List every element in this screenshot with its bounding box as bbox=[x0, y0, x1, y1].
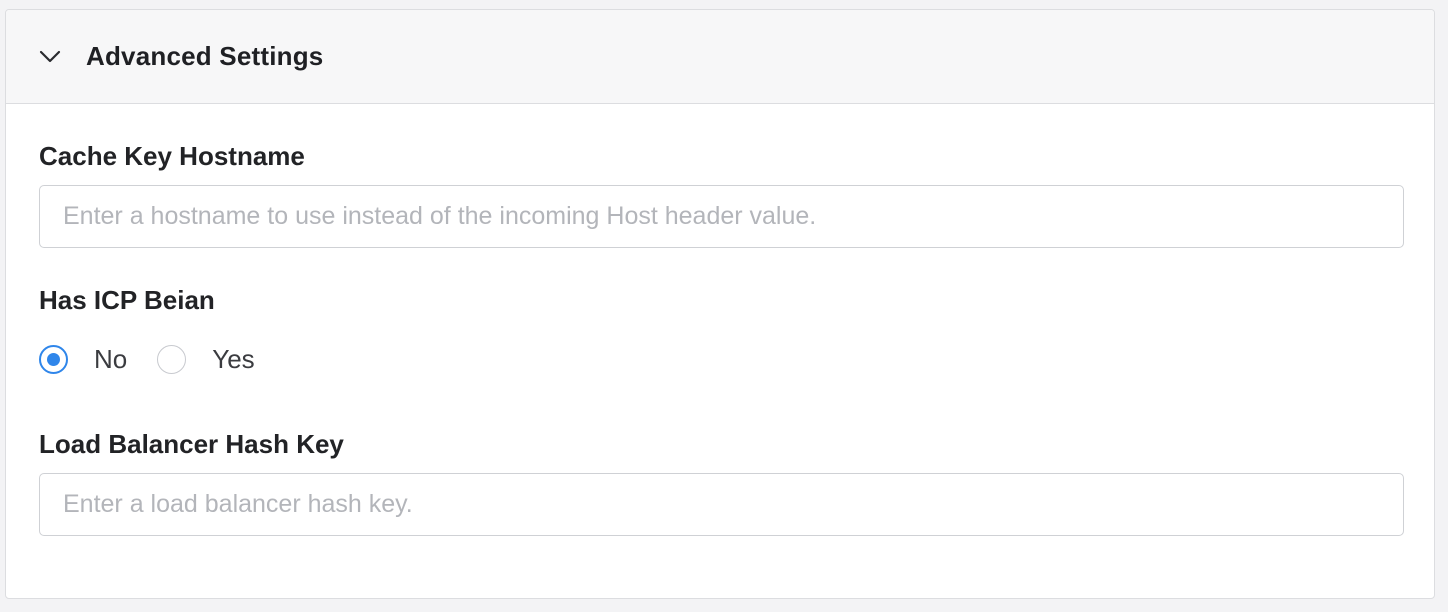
panel-title: Advanced Settings bbox=[86, 41, 324, 71]
load-balancer-hash-key-input[interactable] bbox=[39, 473, 1404, 536]
radio-option-yes[interactable]: Yes bbox=[157, 344, 255, 375]
radio-option-no[interactable]: No bbox=[39, 344, 127, 375]
cache-key-hostname-label: Cache Key Hostname bbox=[39, 141, 305, 171]
chevron-down-icon bbox=[38, 45, 62, 69]
radio-selected-dot bbox=[47, 353, 60, 366]
radio-label-no: No bbox=[94, 344, 128, 374]
radio-button-no[interactable] bbox=[39, 345, 68, 374]
cache-key-hostname-input[interactable] bbox=[39, 185, 1404, 248]
advanced-settings-toggle[interactable]: Advanced Settings bbox=[6, 10, 1434, 104]
load-balancer-hash-key-label: Load Balancer Hash Key bbox=[39, 429, 344, 459]
advanced-settings-panel: Advanced Settings Cache Key Hostname Has… bbox=[5, 9, 1435, 599]
radio-label-yes: Yes bbox=[212, 344, 255, 374]
has-icp-beian-radio-group: No Yes bbox=[39, 344, 285, 375]
radio-button-yes[interactable] bbox=[157, 345, 187, 374]
has-icp-beian-label: Has ICP Beian bbox=[39, 285, 215, 315]
